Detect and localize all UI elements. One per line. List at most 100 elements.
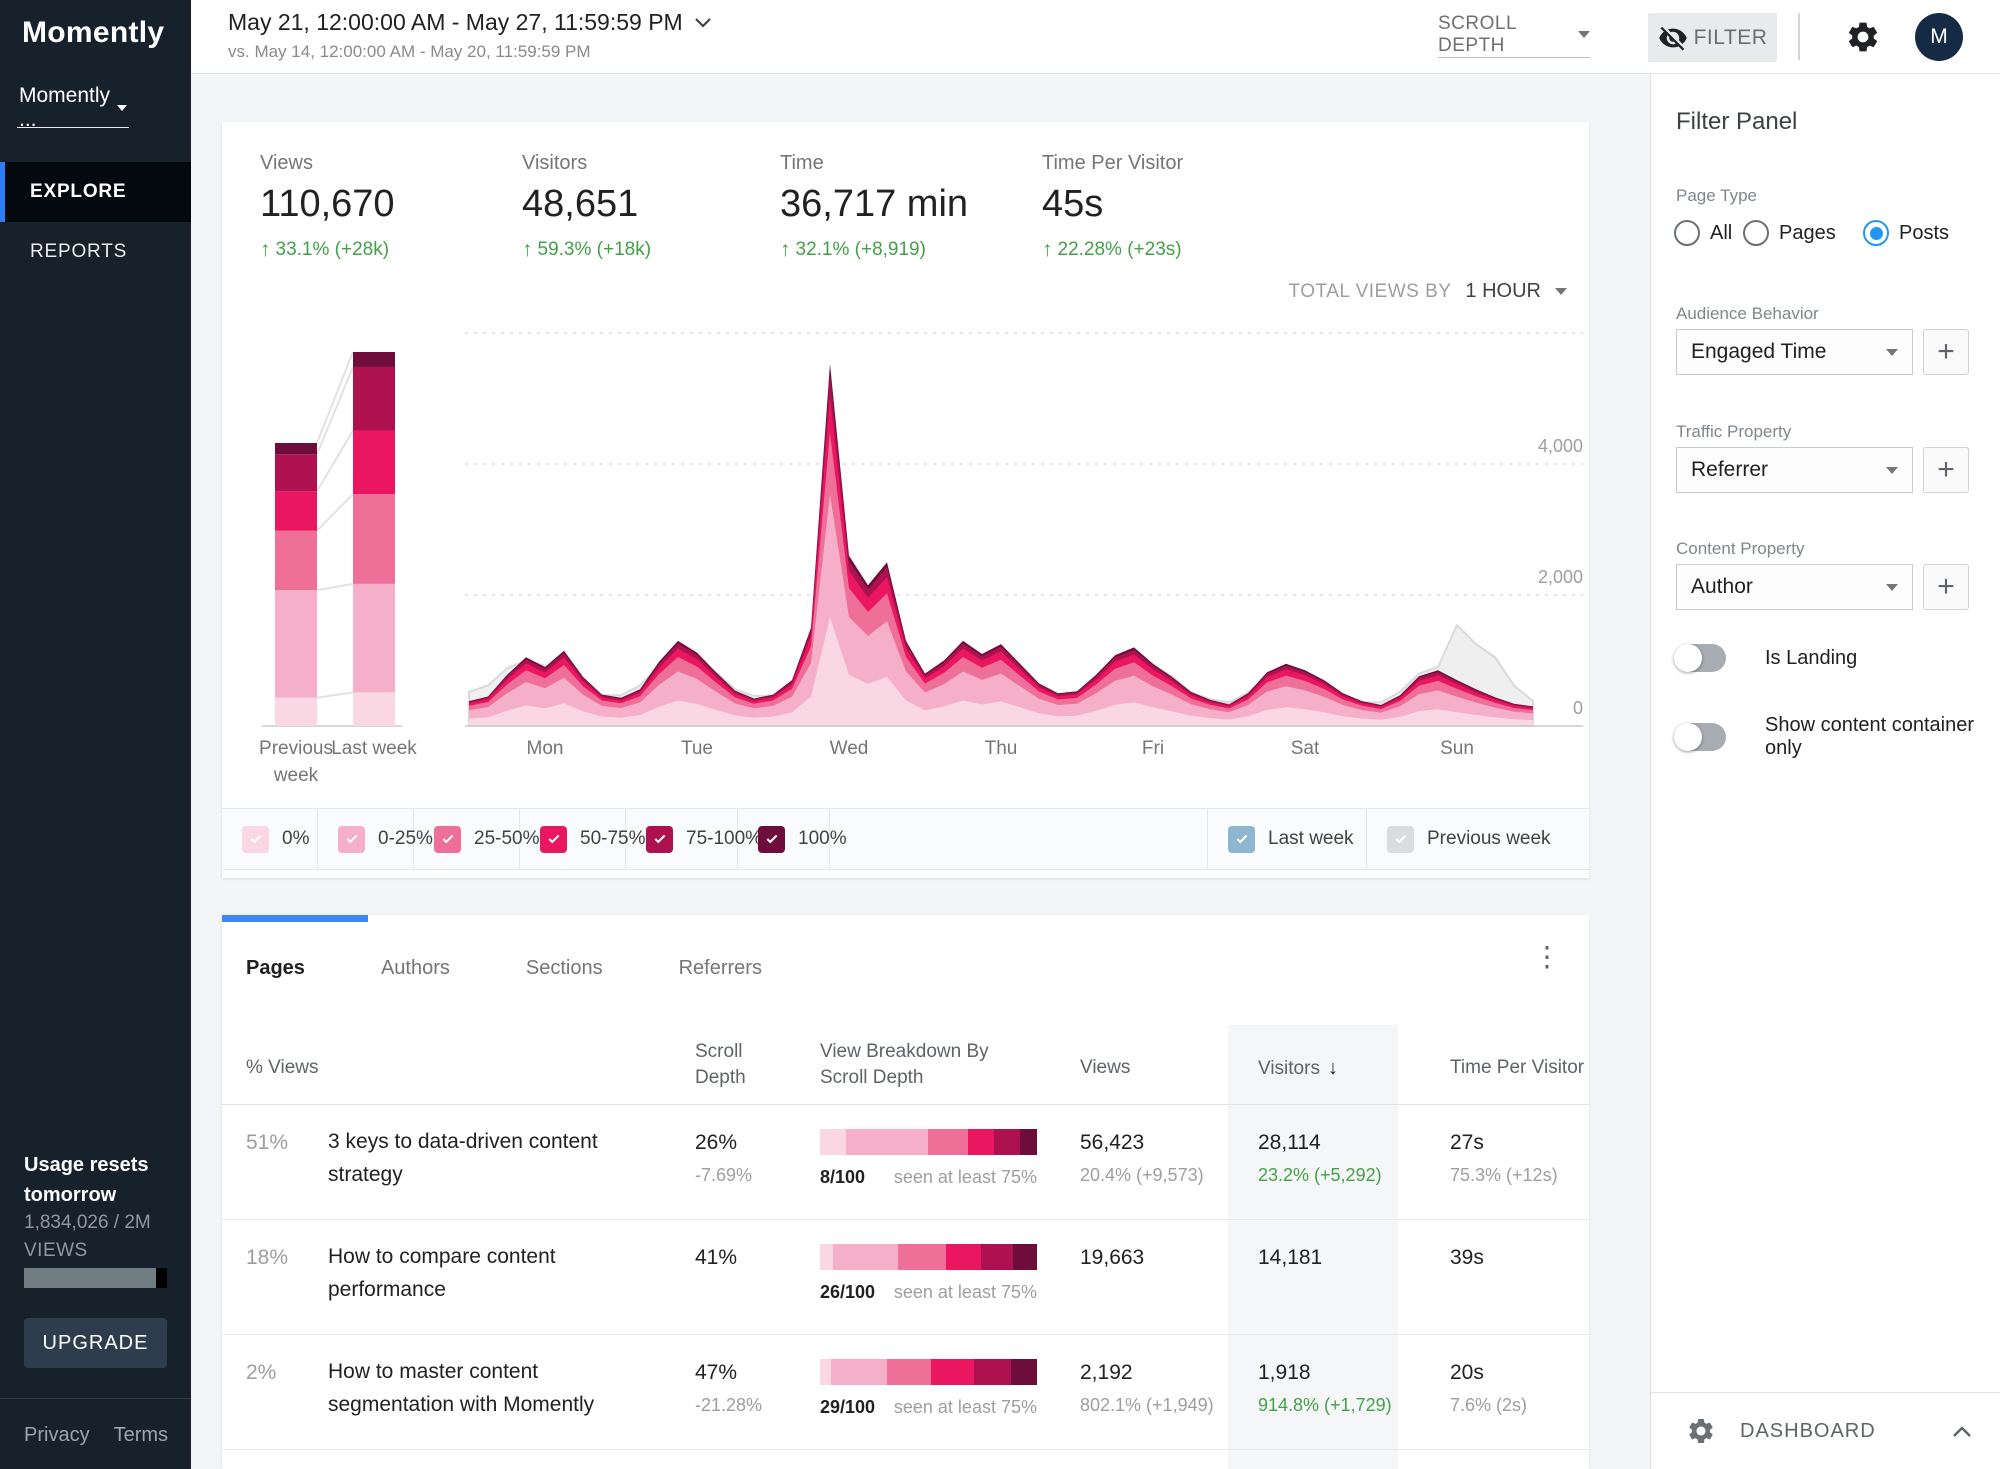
toggle-show-content-container-only[interactable]: Show content container only	[1676, 714, 2000, 760]
sidebar-item-explore[interactable]: EXPLORE	[0, 162, 191, 222]
legend-label: 0%	[282, 828, 309, 850]
svg-text:Mon: Mon	[527, 738, 564, 759]
legend-label: Last week	[1268, 828, 1354, 850]
breakdown-segment-75-100%	[994, 1129, 1020, 1155]
project-selector[interactable]: Momently ...	[17, 88, 129, 128]
breakdown-labels: 8/100seen at least 75%	[820, 1167, 1037, 1188]
svg-text:Previous: Previous	[259, 738, 333, 759]
checkbox-0-25%[interactable]	[338, 826, 365, 853]
legend-label: Previous week	[1427, 828, 1551, 850]
add-filter-button[interactable]: +	[1923, 329, 1969, 375]
tpv-delta: 7.6% (2s)	[1450, 1395, 1527, 1416]
breakdown-segment-0%	[820, 1244, 833, 1270]
visitors-value: 28,114	[1258, 1131, 1382, 1155]
select-label-content-property: Content Property	[1676, 539, 1805, 559]
select-traffic-property[interactable]: Referrer	[1676, 447, 1913, 493]
views-cell: 56,42320.4% (+9,573)	[1080, 1131, 1204, 1186]
tab-referrers[interactable]: Referrers	[679, 957, 762, 980]
sidebar-item-reports[interactable]: REPORTS	[0, 222, 191, 282]
legend-spacer	[830, 809, 1208, 869]
avatar-initial: M	[1930, 25, 1948, 49]
toggle-is-landing[interactable]: Is Landing	[1676, 644, 1857, 672]
filter-panel: Filter Panel Page Type AllPagesPosts Aud…	[1650, 74, 2000, 1469]
page-title-link[interactable]: 3 keys to data-driven content strategy	[328, 1125, 658, 1191]
views-value: 2,192	[1080, 1361, 1214, 1385]
table-row[interactable]: 51%3 keys to data-driven content strateg…	[222, 1105, 1589, 1220]
date-range-picker[interactable]: May 21, 12:00:00 AM - May 27, 11:59:59 P…	[228, 9, 711, 62]
legend-last-week[interactable]: Last week	[1208, 809, 1367, 869]
toggle-track[interactable]	[1676, 723, 1726, 751]
filter-toggle-button[interactable]: FILTER	[1648, 13, 1777, 62]
upgrade-button[interactable]: UPGRADE	[24, 1318, 167, 1368]
breakdown-note: seen at least 75%	[894, 1167, 1037, 1188]
tab-sections[interactable]: Sections	[526, 957, 603, 980]
add-filter-button[interactable]: +	[1923, 447, 1969, 493]
tpv-cell: 39s	[1450, 1246, 1484, 1270]
filter-button-label: FILTER	[1694, 26, 1768, 50]
legend-previous-week[interactable]: Previous week	[1367, 809, 1589, 869]
radio-circle[interactable]	[1674, 220, 1700, 246]
chevron-down-icon	[1886, 584, 1898, 591]
dashboard-bottom-bar[interactable]: DASHBOARD	[1651, 1392, 2000, 1469]
radio-circle[interactable]	[1743, 220, 1769, 246]
tpv-value: 39s	[1450, 1246, 1484, 1270]
select-content-property[interactable]: Author	[1676, 564, 1913, 610]
visitors-cell: 1,918914.8% (+1,729)	[1258, 1361, 1392, 1416]
table-row[interactable]: 2%How to master content segmentation wit…	[222, 1335, 1589, 1450]
select-audience-behavior[interactable]: Engaged Time	[1676, 329, 1913, 375]
column-header-visitors[interactable]: Visitors↓	[1258, 1055, 1418, 1082]
usage-count: 1,834,026 / 2M	[24, 1212, 151, 1234]
page-type-radio-group: All Pages Posts	[1651, 220, 2000, 254]
add-filter-button[interactable]: +	[1923, 564, 1969, 610]
visitors-value: 14,181	[1258, 1246, 1322, 1270]
views-value: 56,423	[1080, 1131, 1204, 1155]
table-body: 51%3 keys to data-driven content strateg…	[222, 1105, 1589, 1469]
table-row[interactable]: 18%How to compare content performance41%…	[222, 1220, 1589, 1335]
legend-scroll-100%[interactable]: 100%	[738, 809, 830, 869]
legend-scroll-75-100%[interactable]: 75-100%	[626, 809, 738, 869]
usage-reset-text: Usage resets tomorrow	[24, 1150, 164, 1210]
table-header: % ViewsScroll DepthView Breakdown By Scr…	[222, 1025, 1589, 1105]
toggle-track[interactable]	[1676, 644, 1726, 672]
metric-selector[interactable]: SCROLL DEPTH	[1438, 12, 1590, 58]
radio-pages[interactable]: Pages	[1743, 220, 1836, 246]
radio-circle[interactable]	[1863, 220, 1889, 246]
check-icon	[344, 832, 360, 846]
topbar: May 21, 12:00:00 AM - May 27, 11:59:59 P…	[191, 0, 2000, 74]
legend-scroll-0-25%[interactable]: 0-25%	[318, 809, 414, 869]
tab-authors[interactable]: Authors	[381, 957, 450, 980]
tab-pages[interactable]: Pages	[246, 957, 305, 980]
checkbox-previous-week[interactable]	[1387, 826, 1414, 853]
checkbox-100%[interactable]	[758, 826, 785, 853]
terms-link[interactable]: Terms	[114, 1424, 168, 1447]
chart-legend: 0% 0-25%25-50%50-75%75-100%100% Last week P…	[222, 808, 1589, 870]
breakdown-segment-25-50%	[898, 1244, 946, 1270]
radio-label: All	[1710, 222, 1732, 245]
breakdown-segment-100%	[1020, 1129, 1037, 1155]
breakdown-fraction: 29/100	[820, 1397, 875, 1418]
checkbox-75-100%[interactable]	[646, 826, 673, 853]
avatar[interactable]: M	[1915, 13, 1963, 61]
page-title-link[interactable]: How to compare content performance	[328, 1240, 658, 1306]
kebab-menu-icon[interactable]: ⋮	[1533, 943, 1561, 971]
views-cell: 2,192802.1% (+1,949)	[1080, 1361, 1214, 1416]
legend-scroll-50-75%[interactable]: 50-75%	[520, 809, 626, 869]
views-value: 19,663	[1080, 1246, 1144, 1270]
settings-button[interactable]	[1844, 19, 1882, 57]
radio-all[interactable]: All	[1674, 220, 1732, 246]
tpv-cell: 27s75.3% (+12s)	[1450, 1131, 1558, 1186]
legend-scroll-0%[interactable]: 0%	[222, 809, 318, 869]
scroll-depth-cell: 41%	[695, 1246, 737, 1270]
breakdown-segment-75-100%	[974, 1359, 1011, 1385]
checkbox-0%[interactable]	[242, 826, 269, 853]
scroll-breakdown-bar	[820, 1244, 1037, 1270]
page-title-link[interactable]: How to master content segmentation with …	[328, 1355, 658, 1421]
eye-off-icon	[1658, 23, 1688, 53]
privacy-link[interactable]: Privacy	[24, 1424, 90, 1447]
overview-card: Views110,670↑33.1% (+28k)Visitors48,651↑…	[222, 122, 1589, 878]
radio-posts[interactable]: Posts	[1863, 220, 1949, 246]
checkbox-25-50%[interactable]	[434, 826, 461, 853]
checkbox-last-week[interactable]	[1228, 826, 1255, 853]
checkbox-50-75%[interactable]	[540, 826, 567, 853]
legend-scroll-25-50%[interactable]: 25-50%	[414, 809, 520, 869]
